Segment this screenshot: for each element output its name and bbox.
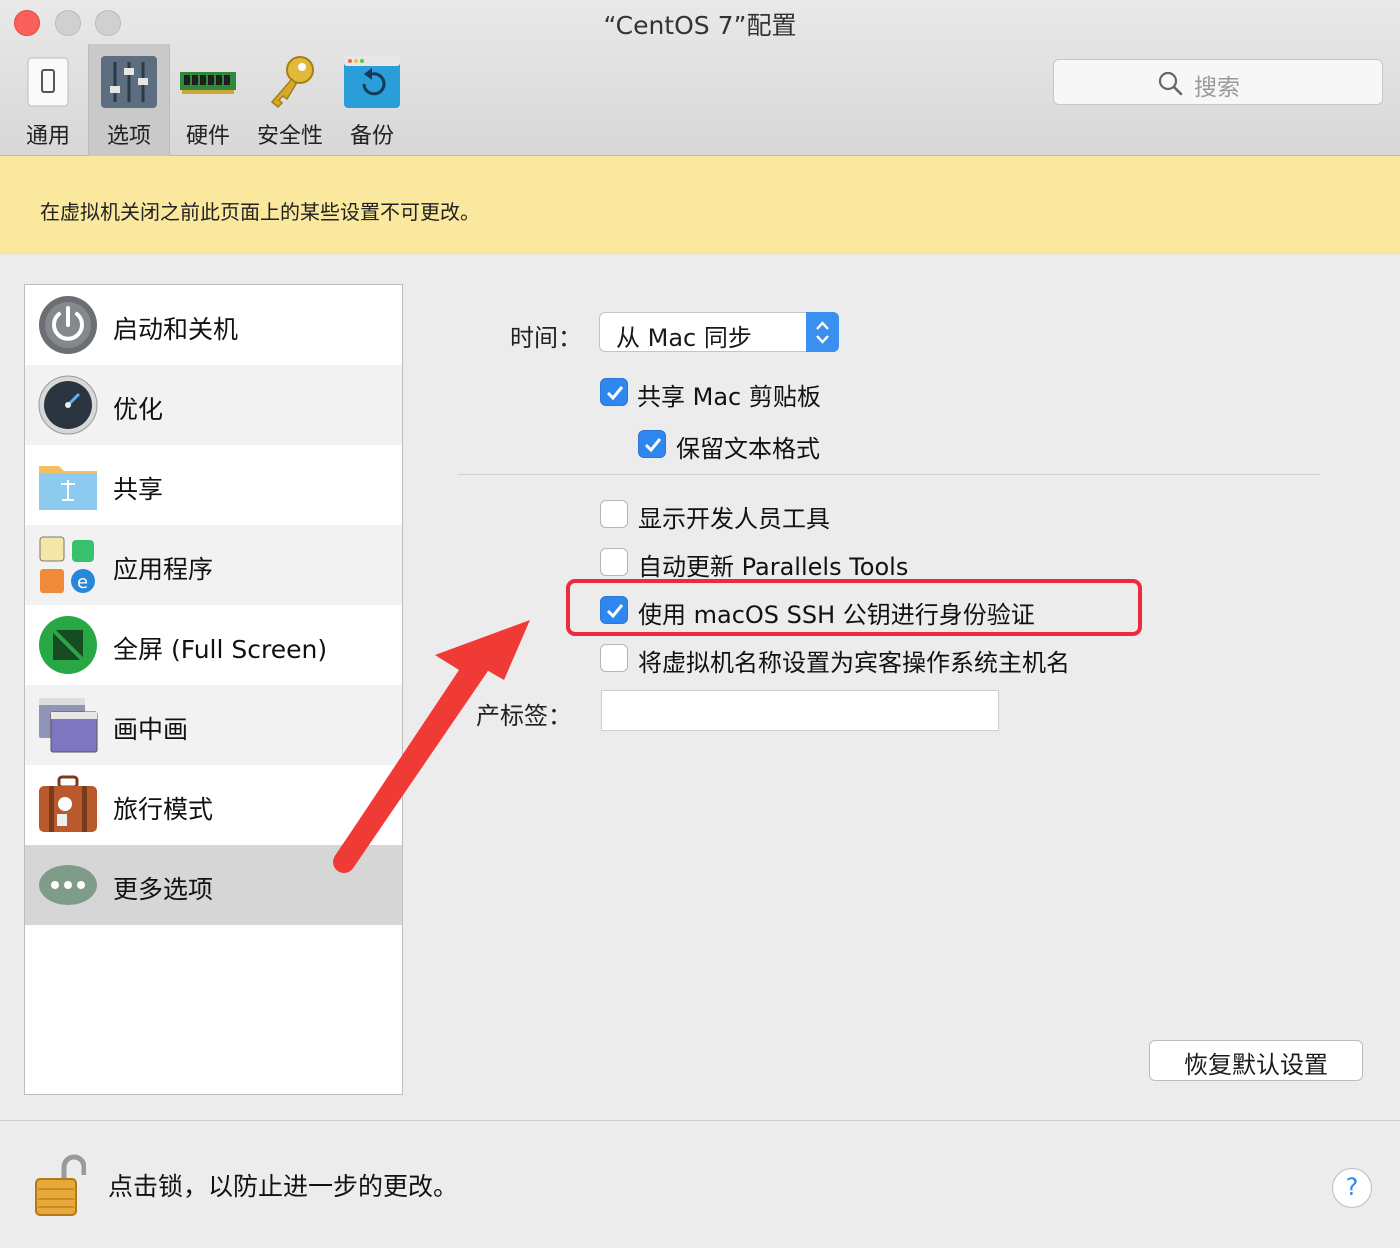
picture-in-picture-icon [39,698,98,753]
unlocked-padlock-icon[interactable] [34,1153,86,1219]
suitcase-icon [39,775,97,832]
time-sync-value: 从 Mac 同步 [616,324,752,352]
sidebar-item-startup-shutdown[interactable]: 启动和关机 [25,285,402,365]
toolbar: “CentOS 7”配置 通用 选项 硬件 安全性 备份 搜索 [0,0,1400,156]
sidebar-item-sharing[interactable]: 共享 [25,445,402,525]
asset-tag-label: 产标签： [476,702,572,730]
power-icon [39,296,97,354]
select-arrows-icon [806,312,839,352]
search-placeholder: 搜索 [1194,75,1240,101]
dev-tools-label: 显示开发人员工具 [638,505,830,533]
sidebar-item-label: 启动和关机 [113,315,239,344]
sidebar-item-travel-mode[interactable]: 旅行模式 [25,765,402,845]
sidebar-item-picture-in-picture[interactable]: 画中画 [25,685,402,765]
sidebar-item-label: 画中画 [113,715,189,744]
search-field[interactable]: 搜索 [1053,59,1383,105]
sidebar-item-more-options[interactable]: 更多选项 [25,845,402,925]
sidebar: 启动和关机 优化 共享 e 应用程序 全屏 (Full Screen) 画中画 … [24,284,403,1095]
section-divider [458,474,1320,475]
shared-folder-icon [39,466,97,510]
tab-hardware-label: 硬件 [185,124,230,149]
tab-security[interactable]: 安全性 [249,44,331,156]
notice-banner: 在虚拟机关闭之前此页面上的某些设置不可更改。 [0,156,1400,254]
tab-general[interactable]: 通用 [7,44,89,156]
window-title: “CentOS 7”配置 [603,11,797,40]
keep-format-label: 保留文本格式 [676,435,820,463]
auto-update-label: 自动更新 Parallels Tools [638,553,909,581]
share-clipboard-label: 共享 Mac 剪贴板 [637,383,821,411]
share-clipboard-checkbox[interactable] [600,378,628,406]
more-options-icon [39,865,97,905]
notice-text: 在虚拟机关闭之前此页面上的某些设置不可更改。 [40,200,480,224]
sidebar-item-applications[interactable]: e 应用程序 [25,525,402,605]
key-icon [270,56,314,109]
sidebar-item-label: 全屏 (Full Screen) [113,635,328,664]
footer: 点击锁，以防止进一步的更改。 [0,1120,1400,1248]
lock-hint-text: 点击锁，以防止进一步的更改。 [108,1172,459,1201]
tab-general-label: 通用 [25,124,70,149]
time-sync-select[interactable]: 从 Mac 同步 [599,312,839,352]
tab-security-label: 安全性 [256,124,323,149]
auto-update-checkbox[interactable] [600,548,628,576]
keep-format-checkbox[interactable] [638,430,666,458]
sliders-icon [101,56,157,108]
dev-tools-checkbox[interactable] [600,500,628,528]
svg-text:e: e [77,572,88,593]
applications-icon: e [39,536,95,593]
checkmark-icon [644,438,662,453]
tab-options[interactable]: 选项 [88,44,170,156]
sidebar-item-fullscreen[interactable]: 全屏 (Full Screen) [25,605,402,685]
time-label: 时间： [510,324,582,352]
hostname-label: 将虚拟机名称设置为宾客操作系统主机名 [638,649,1070,677]
help-button[interactable]: ? [1332,1168,1372,1208]
highlight-box [566,579,1142,636]
tab-backup-label: 备份 [349,124,394,149]
phone-icon [27,57,69,107]
sidebar-item-label: 更多选项 [113,875,214,904]
tab-hardware[interactable]: 硬件 [167,44,249,156]
hostname-checkbox[interactable] [600,644,628,672]
tab-backup[interactable]: 备份 [331,44,413,156]
search-icon [1158,71,1183,96]
sidebar-item-label: 旅行模式 [113,795,214,824]
sidebar-item-label: 应用程序 [113,555,214,584]
tab-options-label: 选项 [106,124,151,149]
checkmark-icon [606,386,624,401]
memory-chip-icon [180,72,236,94]
speedometer-icon [38,375,98,435]
backup-icon [344,56,400,108]
fullscreen-icon [39,616,97,674]
sidebar-item-label: 共享 [113,475,164,504]
asset-tag-input[interactable] [601,690,999,731]
sidebar-item-optimization[interactable]: 优化 [25,365,402,445]
sidebar-item-label: 优化 [113,395,164,424]
restore-defaults-button[interactable]: 恢复默认设置 [1149,1040,1363,1081]
